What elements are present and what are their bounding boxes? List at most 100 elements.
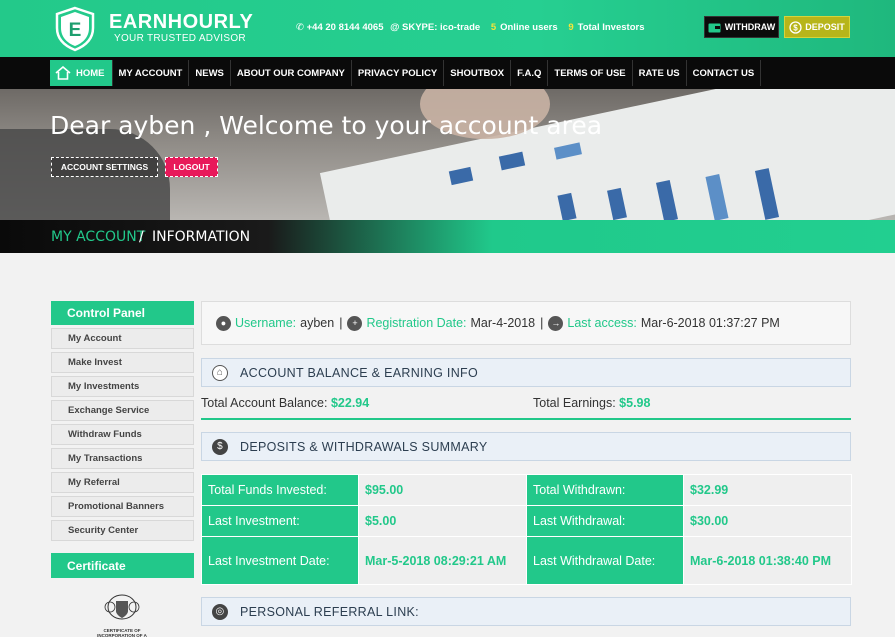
total-earnings-value: $5.98 bbox=[619, 396, 651, 410]
divider bbox=[201, 418, 851, 420]
last-investment-label: Last Investment: bbox=[201, 505, 359, 537]
logout-button[interactable]: LOGOUT bbox=[165, 157, 218, 177]
referral-section-title: PERSONAL REFERRAL LINK: bbox=[240, 604, 419, 619]
last-investment-date-label: Last Investment Date: bbox=[201, 536, 359, 585]
dollar-coin-icon: $ bbox=[789, 20, 802, 34]
total-withdrawn-value: $32.99 bbox=[683, 474, 852, 506]
breadcrumb: MY ACCOUNT / INFORMATION bbox=[0, 220, 895, 253]
globe-icon: ◎ bbox=[212, 603, 228, 620]
breadcrumb-separator: / bbox=[139, 229, 144, 245]
certificate-caption: CERTIFICATE OF INCORPORATION OF A bbox=[97, 628, 147, 637]
last-withdrawal-value: $30.00 bbox=[683, 505, 852, 537]
certificate-image[interactable]: CERTIFICATE OF INCORPORATION OF A bbox=[86, 593, 158, 637]
investors-label: Total Investors bbox=[577, 22, 645, 33]
username-label: Username: bbox=[235, 316, 297, 330]
nav-item-privacy[interactable]: PRIVACY POLICY bbox=[352, 60, 445, 86]
online-label: Online users bbox=[500, 22, 558, 33]
nav-item-shoutbox[interactable]: SHOUTBOX bbox=[444, 60, 512, 86]
svg-text:$: $ bbox=[794, 23, 799, 32]
breadcrumb-parent[interactable]: MY ACCOUNT bbox=[51, 229, 145, 245]
separator: | bbox=[339, 316, 343, 330]
user-info-bar: ● Username: ayben | + Registration Date:… bbox=[201, 301, 851, 345]
nav-item-faq[interactable]: F.A.Q bbox=[511, 60, 549, 86]
total-balance-label: Total Account Balance: bbox=[201, 396, 328, 410]
logo-letter: E bbox=[69, 20, 82, 41]
balance-section-title: ACCOUNT BALANCE & EARNING INFO bbox=[240, 365, 478, 380]
wallet-icon bbox=[708, 23, 721, 32]
nav-item-terms[interactable]: TERMS OF USE bbox=[548, 60, 633, 86]
money-bag-icon: $ bbox=[212, 438, 228, 455]
total-balance-value: $22.94 bbox=[330, 396, 370, 410]
sidebar-item-make-invest[interactable]: Make Invest bbox=[51, 352, 194, 373]
bank-icon: ⌂ bbox=[212, 364, 228, 381]
nav-item-about[interactable]: ABOUT OUR COMPANY bbox=[231, 60, 352, 86]
hero-background-image bbox=[319, 89, 895, 220]
last-investment-date-value: Mar-5-2018 08:29:21 AM bbox=[358, 536, 527, 585]
total-invested-label: Total Funds Invested: bbox=[201, 474, 359, 506]
username-value: ayben bbox=[300, 316, 335, 330]
investors-count: 9 bbox=[568, 22, 574, 33]
brand-name[interactable]: EARNHOURLY bbox=[109, 11, 253, 34]
nav-item-news[interactable]: NEWS bbox=[189, 60, 231, 86]
sidebar-item-security-center[interactable]: Security Center bbox=[51, 520, 194, 541]
total-withdrawn-label: Total Withdrawn: bbox=[526, 474, 684, 506]
sidebar-item-exchange-service[interactable]: Exchange Service bbox=[51, 400, 194, 421]
last-withdrawal-date-label: Last Withdrawal Date: bbox=[526, 536, 684, 585]
user-icon: ● bbox=[216, 315, 231, 331]
last-access-date: Mar-6-2018 01:37:27 PM bbox=[640, 316, 780, 330]
last-access-label: Last access: bbox=[567, 316, 637, 330]
summary-section-header: $ DEPOSITS & WITHDRAWALS SUMMARY bbox=[201, 432, 851, 461]
total-invested-value: $95.00 bbox=[358, 474, 527, 506]
nav-item-my-account[interactable]: MY ACCOUNT bbox=[113, 60, 190, 86]
table-row: Total Funds Invested: $95.00 Total Withd… bbox=[201, 474, 852, 506]
last-withdrawal-date-value: Mar-6-2018 01:38:40 PM bbox=[683, 536, 852, 585]
main-nav: HOME MY ACCOUNT NEWS ABOUT OUR COMPANY P… bbox=[0, 57, 895, 89]
nav-label: HOME bbox=[76, 67, 105, 79]
table-row: Last Investment: $5.00 Last Withdrawal: … bbox=[201, 505, 852, 537]
home-icon bbox=[55, 66, 71, 80]
breadcrumb-current: INFORMATION bbox=[152, 229, 251, 245]
nav-item-home[interactable]: HOME bbox=[50, 60, 113, 86]
deposit-label: DEPOSIT bbox=[805, 22, 845, 32]
registration-date: Mar-4-2018 bbox=[470, 316, 536, 330]
last-withdrawal-label: Last Withdrawal: bbox=[526, 505, 684, 537]
account-settings-button[interactable]: ACCOUNT SETTINGS bbox=[51, 157, 158, 177]
nav-item-rate-us[interactable]: RATE US bbox=[633, 60, 687, 86]
total-balance: Total Account Balance: $22.94 bbox=[201, 396, 369, 410]
welcome-title: Dear ayben , Welcome to your account are… bbox=[50, 111, 603, 140]
sidebar-item-withdraw-funds[interactable]: Withdraw Funds bbox=[51, 424, 194, 445]
coat-of-arms-icon bbox=[104, 594, 140, 620]
brand-tagline: YOUR TRUSTED ADVISOR bbox=[114, 33, 246, 44]
total-earnings: Total Earnings: $5.98 bbox=[533, 396, 650, 410]
sidebar-item-my-referral[interactable]: My Referral bbox=[51, 472, 194, 493]
deposit-button[interactable]: $ DEPOSIT bbox=[784, 16, 850, 38]
hero-banner: Dear ayben , Welcome to your account are… bbox=[0, 89, 895, 220]
top-header: E EARNHOURLY YOUR TRUSTED ADVISOR ✆ +44 … bbox=[0, 0, 895, 57]
control-panel-title: Control Panel bbox=[51, 301, 194, 325]
withdraw-button[interactable]: WITHDRAW bbox=[704, 16, 779, 38]
table-row: Last Investment Date: Mar-5-2018 08:29:2… bbox=[201, 536, 852, 585]
login-icon: → bbox=[548, 315, 564, 331]
online-count: 5 bbox=[490, 22, 497, 33]
summary-table: Total Funds Invested: $95.00 Total Withd… bbox=[201, 474, 852, 585]
sidebar-item-promotional-banners[interactable]: Promotional Banners bbox=[51, 496, 194, 517]
referral-section-header: ◎ PERSONAL REFERRAL LINK: bbox=[201, 597, 851, 626]
user-add-icon: + bbox=[347, 315, 363, 331]
last-investment-value: $5.00 bbox=[358, 505, 527, 537]
separator: | bbox=[540, 316, 544, 330]
sidebar-item-my-investments[interactable]: My Investments bbox=[51, 376, 194, 397]
contact-info: ✆ +44 20 8144 4065 @ SKYPE: ico-trade 5O… bbox=[296, 22, 644, 33]
nav-item-contact[interactable]: CONTACT US bbox=[687, 60, 762, 86]
skype-id: @ SKYPE: ico-trade bbox=[390, 22, 481, 33]
certificate-title: Certificate bbox=[51, 553, 194, 578]
sidebar-item-my-account[interactable]: My Account bbox=[51, 328, 194, 349]
withdraw-label: WITHDRAW bbox=[724, 22, 776, 32]
phone-number: +44 20 8144 4065 bbox=[306, 22, 384, 33]
balance-section-header: ⌂ ACCOUNT BALANCE & EARNING INFO bbox=[201, 358, 851, 387]
registration-label: Registration Date: bbox=[366, 316, 467, 330]
total-earnings-label: Total Earnings: bbox=[533, 396, 616, 410]
phone-icon: ✆ bbox=[296, 22, 304, 33]
summary-section-title: DEPOSITS & WITHDRAWALS SUMMARY bbox=[240, 439, 488, 454]
shield-logo-icon[interactable]: E bbox=[52, 6, 98, 52]
sidebar-item-my-transactions[interactable]: My Transactions bbox=[51, 448, 194, 469]
